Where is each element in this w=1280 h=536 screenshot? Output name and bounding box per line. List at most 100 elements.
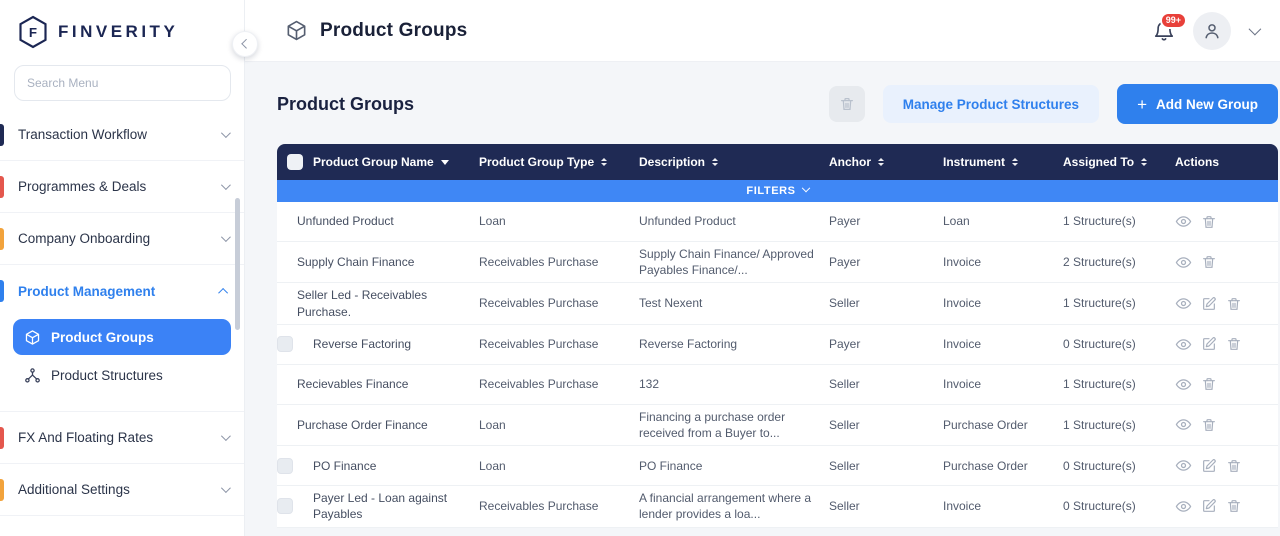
product-groups-title-icon [285,19,308,42]
row-delete-button[interactable] [1226,498,1242,514]
cell-actions [1175,498,1278,515]
cell-assigned-to: 1 Structure(s) [1063,209,1175,233]
table-row[interactable]: Payer Led - Loan against Payables Receiv… [277,486,1278,527]
accent-bar [0,280,4,302]
column-label: Product Group Name [313,155,434,169]
product-groups-table: Product Group Name Product Group Type De… [277,144,1278,528]
row-delete-button[interactable] [1201,417,1217,433]
manage-product-structures-button[interactable]: Manage Product Structures [883,85,1099,123]
cell-assigned-to: 2 Structure(s) [1063,250,1175,274]
table-row[interactable]: Seller Led - Receivables Purchase. Recei… [277,283,1278,324]
trash-icon [1201,376,1217,392]
row-view-button[interactable] [1175,254,1192,271]
column-label: Description [639,155,705,169]
cell-description: PO Finance [639,454,829,478]
row-view-button[interactable] [1175,376,1192,393]
notifications-button[interactable]: 99+ [1153,20,1175,42]
plus-icon: + [1137,96,1147,113]
row-delete-button[interactable] [1201,254,1217,270]
product-structures-icon [24,367,41,384]
row-delete-button[interactable] [1201,214,1217,230]
cell-instrument: Invoice [943,291,1063,315]
cell-product-group-type: Receivables Purchase [479,250,639,274]
eye-icon [1175,295,1192,312]
column-product-group-name[interactable]: Product Group Name [313,155,479,169]
sidebar-scrollbar[interactable] [235,198,240,330]
user-menu-chevron-icon[interactable] [1249,23,1262,36]
row-view-button[interactable] [1175,295,1192,312]
table-row[interactable]: Unfunded Product Loan Unfunded Product P… [277,202,1278,242]
row-view-button[interactable] [1175,213,1192,230]
table-row[interactable]: Reverse Factoring Receivables Purchase R… [277,325,1278,365]
column-anchor[interactable]: Anchor [829,155,943,169]
cell-anchor: Seller [829,372,943,396]
column-label: Actions [1175,155,1219,169]
sidebar-item-product-groups[interactable]: Product Groups [13,319,231,355]
row-view-button[interactable] [1175,336,1192,353]
select-all-checkbox[interactable] [287,154,303,170]
column-instrument[interactable]: Instrument [943,155,1063,169]
trash-icon [1201,417,1217,433]
column-label: Instrument [943,155,1005,169]
edit-icon [1201,458,1217,474]
chevron-left-icon [241,38,251,48]
search-input[interactable] [14,65,231,101]
row-edit-button[interactable] [1201,296,1217,312]
svg-text:F: F [29,25,37,40]
row-view-button[interactable] [1175,457,1192,474]
column-product-group-type[interactable]: Product Group Type [479,155,639,169]
cell-actions [1175,457,1278,474]
table-row[interactable]: Recievables Finance Receivables Purchase… [277,365,1278,405]
sidebar-nav: Transaction Workflow Programmes & Deals … [0,109,244,516]
row-edit-button[interactable] [1201,458,1217,474]
table-row[interactable]: Supply Chain Finance Receivables Purchas… [277,242,1278,283]
main-area: Product Groups 99+ [245,0,1280,536]
row-checkbox-cell [277,332,313,356]
sidebar-item-additional-settings[interactable]: Additional Settings [0,464,244,516]
row-checkbox-cell [277,494,313,518]
sidebar-item-company-onboarding[interactable]: Company Onboarding [0,213,244,265]
column-description[interactable]: Description [639,155,829,169]
row-edit-button[interactable] [1201,336,1217,352]
trash-icon [1226,458,1242,474]
row-delete-button[interactable] [1226,458,1242,474]
table-row[interactable]: Purchase Order Finance Loan Financing a … [277,405,1278,446]
trash-icon [1226,336,1242,352]
sidebar-item-product-structures[interactable]: Product Structures [13,357,231,393]
sidebar: F FINVERITY Transaction Workflow Program… [0,0,245,536]
sidebar-subitem-label: Product Structures [51,368,163,383]
row-checkbox[interactable] [277,458,293,474]
sidebar-item-programmes-deals[interactable]: Programmes & Deals [0,161,244,213]
cell-product-group-type: Receivables Purchase [479,332,639,356]
column-assigned-to[interactable]: Assigned To [1063,155,1175,169]
row-edit-button[interactable] [1201,498,1217,514]
row-delete-button[interactable] [1226,296,1242,312]
cell-actions [1175,416,1278,433]
bulk-delete-button[interactable] [829,86,865,122]
row-checkbox[interactable] [277,336,293,352]
cell-anchor: Seller [829,413,943,437]
sidebar-item-label: FX And Floating Rates [18,430,221,445]
row-checkbox[interactable] [277,498,293,514]
add-new-group-button[interactable]: + Add New Group [1117,84,1278,124]
eye-icon [1175,498,1192,515]
cell-anchor: Seller [829,494,943,518]
sidebar-item-transaction-workflow[interactable]: Transaction Workflow [0,109,244,161]
column-actions: Actions [1175,155,1278,169]
cell-assigned-to: 1 Structure(s) [1063,372,1175,396]
filters-bar[interactable]: FILTERS [277,180,1278,202]
row-view-button[interactable] [1175,498,1192,515]
sidebar-item-product-management[interactable]: Product Management [0,265,244,317]
filters-label: FILTERS [746,185,795,197]
cell-product-group-name: PO Finance [313,454,479,478]
row-view-button[interactable] [1175,416,1192,433]
row-delete-button[interactable] [1226,336,1242,352]
cell-product-group-type: Loan [479,454,639,478]
add-new-group-label: Add New Group [1156,97,1258,112]
sidebar-item-fx-floating-rates[interactable]: FX And Floating Rates [0,412,244,464]
user-avatar-button[interactable] [1193,12,1231,50]
table-row[interactable]: PO Finance Loan PO Finance Seller Purcha… [277,446,1278,486]
sidebar-item-label: Additional Settings [18,482,221,497]
row-delete-button[interactable] [1201,376,1217,392]
sidebar-collapse-button[interactable] [232,31,258,57]
